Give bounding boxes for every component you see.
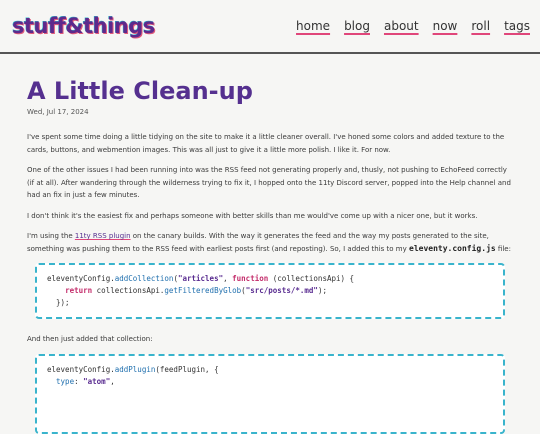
text: file: bbox=[495, 244, 511, 253]
code-token: ); bbox=[317, 286, 327, 295]
nav-home-link[interactable]: home bbox=[296, 19, 330, 33]
code-token: : bbox=[74, 376, 84, 386]
code-token: eleventyConfig. bbox=[47, 364, 115, 374]
code-token: addPlugin bbox=[114, 364, 156, 374]
nav-blog-link[interactable]: blog bbox=[344, 19, 370, 33]
nav-roll-link[interactable]: roll bbox=[471, 19, 490, 33]
code-token: return bbox=[65, 286, 93, 295]
text: I'm using the bbox=[27, 232, 75, 240]
post-paragraph: I don't think it's the easiest fix and p… bbox=[27, 211, 478, 220]
nav-about-link[interactable]: about bbox=[384, 19, 419, 33]
code-token: (collectionsApi) { bbox=[268, 274, 355, 283]
main-nav: home blog about now roll tags bbox=[282, 19, 530, 33]
code-token: addCollection bbox=[114, 274, 174, 283]
code-token: function bbox=[232, 274, 269, 283]
code-token: getFilteredByGlob bbox=[164, 286, 242, 295]
code-token: "src/posts/*.md" bbox=[245, 286, 318, 295]
post-paragraph: I'm using the 11ty RSS plugin on the can… bbox=[27, 230, 513, 255]
code-token: , bbox=[110, 376, 115, 386]
nav-now-link[interactable]: now bbox=[433, 19, 458, 33]
code-token: eleventyConfig. bbox=[47, 274, 115, 283]
post-paragraph: And then just added that collection: bbox=[27, 335, 153, 343]
code-token: "atom" bbox=[83, 376, 111, 386]
post-date: Wed, Jul 17, 2024 bbox=[27, 108, 89, 116]
inline-code: eleventy.config.js bbox=[409, 243, 496, 253]
code-block[interactable]: eleventyConfig.addCollection("articles",… bbox=[35, 263, 505, 319]
site-logo[interactable]: stuff&things bbox=[12, 14, 155, 38]
post-content: A Little Clean-up Wed, Jul 17, 2024 I've… bbox=[27, 52, 513, 434]
code-token: type bbox=[56, 376, 75, 386]
post-paragraph: One of the other issues I had been runni… bbox=[27, 166, 511, 199]
post-paragraph: I've spent some time doing a little tidy… bbox=[27, 133, 505, 154]
rss-plugin-link[interactable]: 11ty RSS plugin bbox=[75, 232, 131, 240]
code-token: "articles" bbox=[177, 274, 224, 283]
post-title: A Little Clean-up bbox=[27, 77, 253, 105]
code-token: }); bbox=[56, 298, 70, 307]
code-token: , bbox=[223, 274, 233, 283]
site-header: stuff&things home blog about now roll ta… bbox=[0, 0, 540, 54]
code-token: collectionsApi. bbox=[92, 286, 165, 295]
code-block[interactable]: eleventyConfig.addPlugin(feedPlugin, { t… bbox=[35, 353, 505, 434]
nav-tags-link[interactable]: tags bbox=[504, 19, 530, 33]
code-token: (feedPlugin, { bbox=[155, 364, 219, 374]
